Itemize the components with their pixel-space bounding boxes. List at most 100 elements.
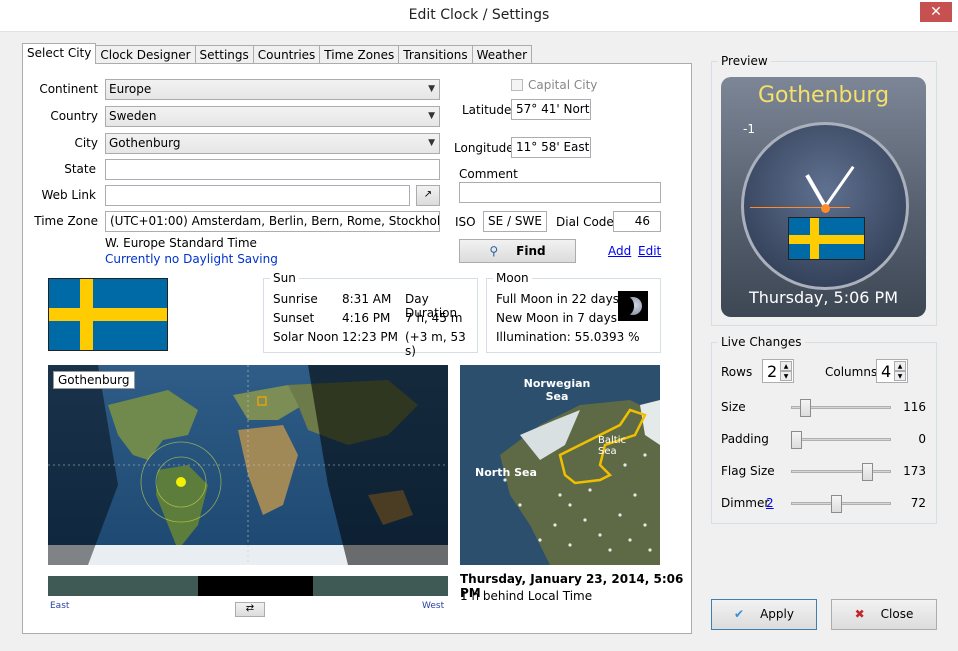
swap-direction-icon[interactable]: ⇄ — [235, 602, 265, 617]
continent-label: Continent — [39, 82, 98, 96]
regional-map[interactable]: Norwegian Sea North Sea Baltic Sea — [460, 365, 660, 565]
chevron-down-icon: ▼ — [428, 111, 435, 121]
state-input[interactable] — [105, 159, 440, 180]
add-link[interactable]: Add — [608, 244, 631, 258]
tz-dst-text: Currently no Daylight Saving — [105, 252, 278, 266]
latitude-input[interactable]: 57° 41' North — [511, 99, 591, 120]
country-flag — [48, 278, 168, 351]
close-button[interactable]: ✖ Close — [831, 599, 937, 630]
noon-value: 12:23 PM — [342, 330, 398, 344]
chevron-down-icon: ▼ — [428, 84, 435, 94]
checkmark-icon: ✔ — [734, 607, 745, 621]
chevron-down-icon[interactable]: ▼ — [894, 371, 906, 381]
columns-label: Columns — [825, 365, 878, 379]
west-label: West — [422, 601, 445, 611]
chevron-down-icon: ▼ — [428, 138, 435, 148]
flagsize-value: 173 — [903, 464, 926, 478]
chevron-up-icon[interactable]: ▲ — [780, 361, 792, 371]
east-label: East — [50, 601, 70, 611]
clock-preview: Gothenburg -1 Thursday, 5:06 PM — [721, 77, 926, 317]
tab-select-city[interactable]: Select City — [22, 43, 97, 64]
state-label: State — [64, 162, 96, 176]
timezone-label: Time Zone — [34, 214, 98, 228]
tab-time-zones[interactable]: Time Zones — [319, 45, 400, 64]
sun-group: Sun Sunrise 8:31 AM Day Duration Sunset … — [263, 271, 478, 358]
flagsize-slider[interactable] — [791, 470, 891, 473]
preview-city: Gothenburg — [757, 83, 890, 108]
new-moon-text: New Moon in 7 days — [496, 311, 617, 325]
norwegian-sea-label: Norwegian Sea — [523, 377, 591, 403]
north-sea-label: North Sea — [475, 466, 537, 479]
preview-datetime: Thursday, 5:06 PM — [748, 288, 899, 307]
padding-value: 0 — [918, 432, 926, 446]
title-bar: Edit Clock / Settings ✕ — [0, 0, 958, 32]
padding-slider[interactable] — [791, 438, 891, 441]
longitude-label: Longitude — [454, 141, 514, 155]
binoculars-icon: ⚲ — [489, 244, 499, 258]
moon-title: Moon — [493, 271, 532, 285]
find-button[interactable]: ⚲ Find — [459, 239, 576, 263]
find-label: Find — [516, 244, 546, 258]
edit-link[interactable]: Edit — [638, 244, 661, 258]
continent-select[interactable]: Europe ▼ — [105, 79, 440, 100]
tab-clock-designer[interactable]: Clock Designer — [95, 45, 196, 64]
select-city-panel: Continent Country City State Web Link Ti… — [22, 63, 692, 634]
tz-standard-text: W. Europe Standard Time — [105, 236, 257, 250]
time-offset-text: 1 h behind Local Time — [460, 589, 593, 603]
flagsize-slider-thumb[interactable] — [862, 463, 874, 481]
capital-city-checkbox[interactable] — [511, 79, 523, 91]
day-night-timeline — [48, 576, 448, 596]
chevron-up-icon[interactable]: ▲ — [894, 361, 906, 371]
close-window-icon[interactable]: ✕ — [920, 2, 952, 22]
tab-settings[interactable]: Settings — [194, 45, 254, 64]
world-map[interactable]: Gothenburg — [48, 365, 448, 565]
iso-label: ISO — [455, 215, 476, 229]
tab-strip: Select City Clock Designer Settings Coun… — [22, 43, 533, 64]
sunrise-value: 8:31 AM — [342, 292, 392, 306]
city-label: City — [74, 136, 98, 150]
capital-city-label: Capital City — [528, 78, 598, 92]
tab-transitions[interactable]: Transitions — [398, 45, 473, 64]
full-moon-text: Full Moon in 22 days — [496, 292, 619, 306]
country-label: Country — [50, 109, 98, 123]
city-select[interactable]: Gothenburg ▼ — [105, 133, 440, 154]
weblink-label: Web Link — [41, 188, 96, 202]
padding-slider-thumb[interactable] — [791, 431, 802, 449]
size-label: Size — [721, 400, 746, 414]
comment-input[interactable] — [459, 182, 661, 203]
open-link-icon[interactable]: ↗ — [416, 185, 440, 206]
dimmer-link[interactable]: 2 — [766, 496, 774, 510]
preview-title: Preview — [718, 54, 771, 68]
duration-delta: (+3 m, 53 s) — [405, 330, 466, 358]
tab-weather[interactable]: Weather — [471, 45, 533, 64]
noon-label: Solar Noon — [273, 330, 339, 344]
apply-button[interactable]: ✔ Apply — [711, 599, 817, 630]
size-slider-thumb[interactable] — [799, 399, 811, 417]
country-select[interactable]: Sweden ▼ — [105, 106, 440, 127]
dimmer-slider-thumb[interactable] — [831, 495, 843, 513]
apply-label: Apply — [760, 607, 794, 621]
preview-group: Preview Gothenburg -1 Thursday, 5:06 PM — [711, 54, 937, 326]
country-value: Sweden — [109, 109, 157, 123]
longitude-input[interactable]: 11° 58' East — [511, 137, 591, 158]
rows-stepper[interactable]: 2 ▲ ▼ — [762, 359, 794, 383]
baltic-sea-label: Baltic Sea — [598, 435, 626, 457]
moon-group: Moon Full Moon in 22 days New Moon in 7 … — [486, 271, 661, 353]
columns-stepper[interactable]: 4 ▲ ▼ — [876, 359, 908, 383]
preview-offset: -1 — [743, 122, 755, 136]
padding-label: Padding — [721, 432, 769, 446]
weblink-input[interactable] — [105, 185, 410, 206]
latitude-label: Latitude — [462, 103, 512, 117]
iso-input[interactable]: SE / SWE — [483, 211, 547, 232]
dialcode-input[interactable]: 46 — [613, 211, 661, 232]
flagsize-label: Flag Size — [721, 464, 775, 478]
close-icon: ✖ — [854, 607, 865, 621]
comment-label: Comment — [459, 167, 518, 181]
chevron-down-icon[interactable]: ▼ — [780, 371, 792, 381]
live-title: Live Changes — [718, 335, 805, 349]
dialcode-label: Dial Code — [556, 215, 614, 229]
close-label: Close — [880, 607, 914, 621]
timezone-select[interactable]: (UTC+01:00) Amsterdam, Berlin, Bern, Rom… — [105, 211, 440, 232]
tab-countries[interactable]: Countries — [252, 45, 321, 64]
duration-value: 7 h, 45 m — [405, 311, 463, 325]
